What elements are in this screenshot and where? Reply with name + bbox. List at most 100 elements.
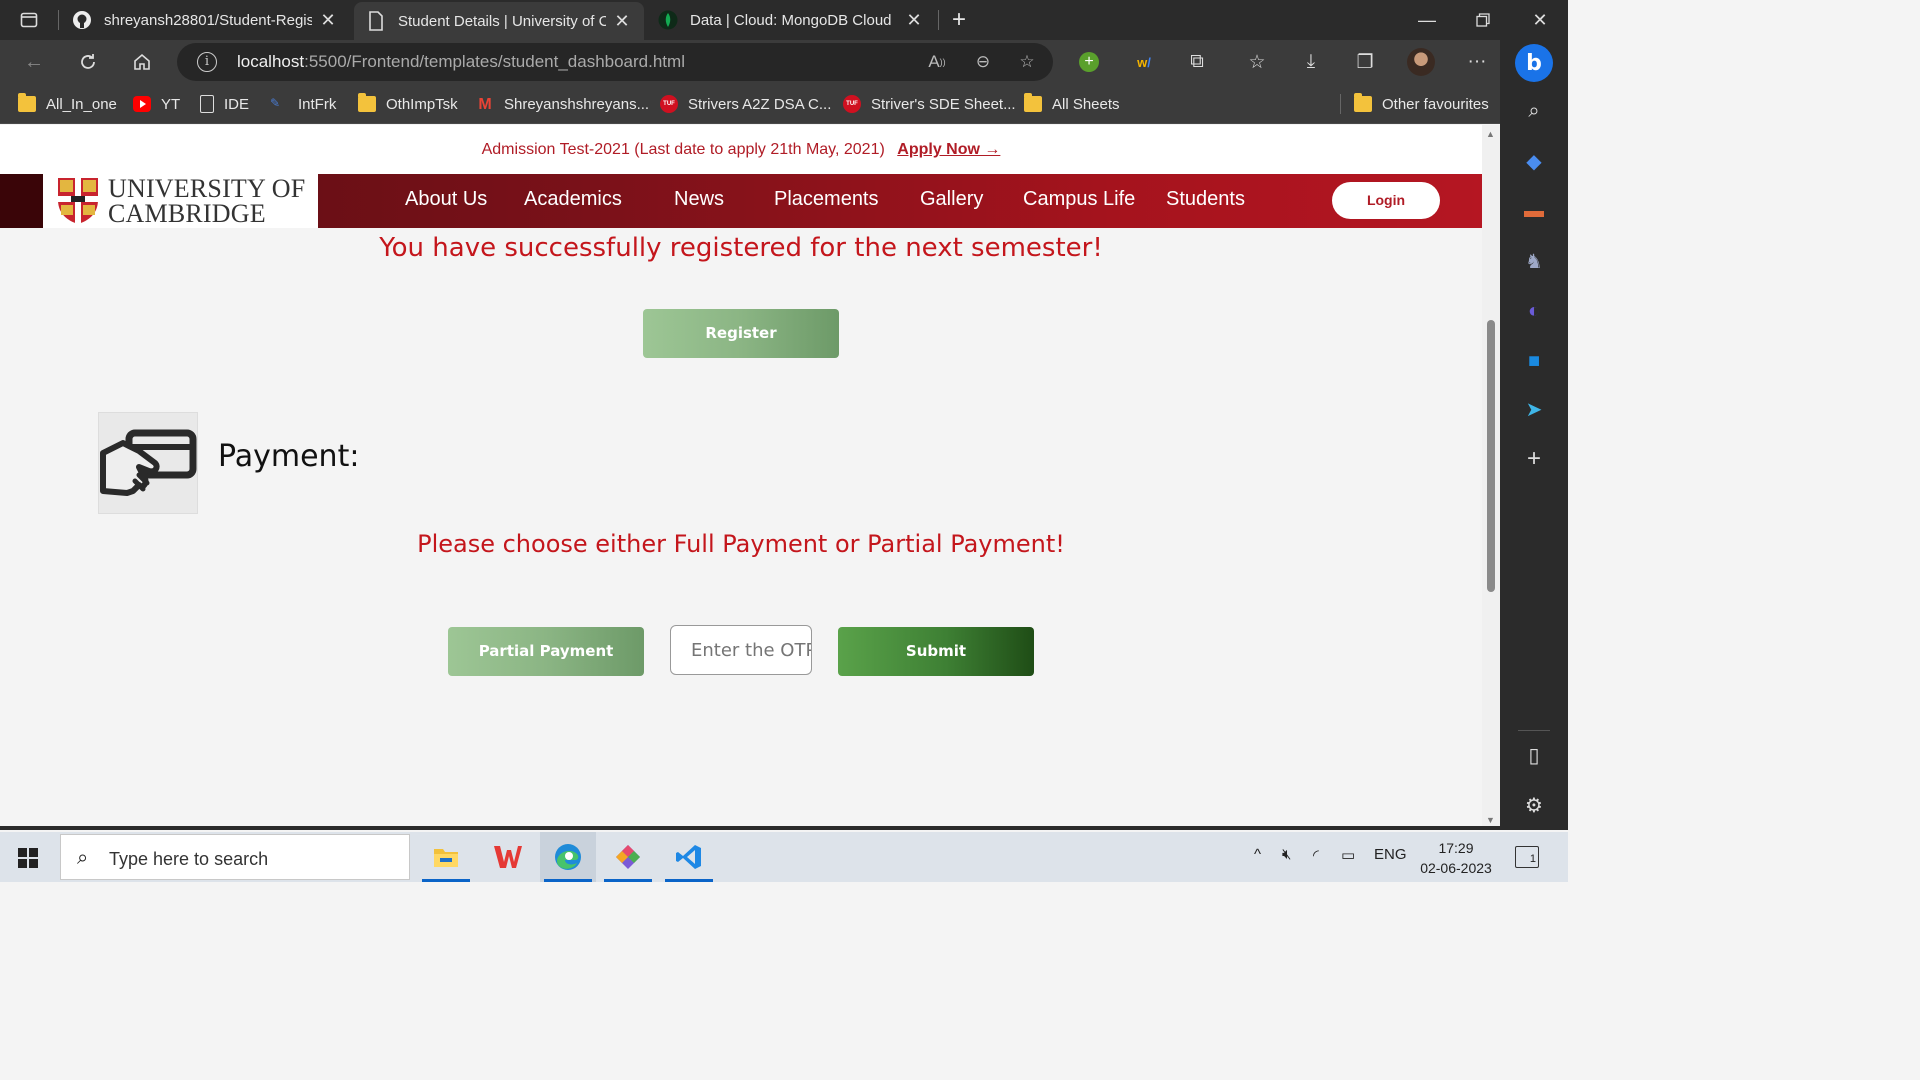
gmail-icon: M (478, 96, 492, 113)
profile-avatar[interactable] (1404, 48, 1438, 76)
search-placeholder: Type here to search (109, 849, 269, 869)
gitkraken-app[interactable] (600, 832, 656, 882)
nav-campus-life[interactable]: Campus Life (1023, 188, 1135, 211)
scroll-down-arrow-icon[interactable]: ▼ (1486, 815, 1495, 825)
bookmark-gmail[interactable]: M Shreyanshshreyans... (476, 92, 649, 116)
collections-icon[interactable]: ❐ (1348, 48, 1382, 76)
more-menu-icon[interactable]: ··· (1460, 48, 1494, 76)
close-window-button[interactable]: ✕ (1512, 0, 1568, 40)
windows-start-icon[interactable] (18, 848, 38, 868)
otp-input[interactable] (670, 625, 812, 675)
url-text[interactable]: localhost:5500/Frontend/templates/studen… (237, 52, 685, 72)
new-tab-button[interactable]: + (944, 0, 974, 40)
bookmark-strivers-sde[interactable]: TUF Striver's SDE Sheet... (843, 92, 1016, 116)
battery-icon[interactable]: ▭ (1341, 846, 1355, 864)
language-indicator[interactable]: ENG (1374, 846, 1407, 863)
bookmark-label: All_In_one (46, 95, 117, 113)
address-toolbar: ← i localhost:5500/Frontend/templates/st… (0, 40, 1568, 84)
edge-browser-app[interactable] (540, 832, 596, 882)
login-button[interactable]: Login (1332, 182, 1440, 219)
back-button[interactable]: ← (14, 44, 54, 80)
bookmark-label: OthImpTsk (386, 95, 458, 113)
games-icon[interactable]: ♞ (1519, 246, 1549, 276)
show-hidden-icons[interactable]: ^ (1254, 846, 1261, 863)
restore-icon (1476, 13, 1490, 27)
refresh-button[interactable] (68, 44, 108, 80)
search-icon[interactable]: ⌕ (1519, 96, 1549, 126)
other-favourites-label: Other favourites (1382, 95, 1489, 113)
file-explorer-app[interactable] (418, 832, 474, 882)
tab-title: Data | Cloud: MongoDB Cloud (690, 11, 892, 29)
bookmark-ide[interactable]: IDE (200, 92, 249, 116)
wps-office-app[interactable] (479, 832, 535, 882)
bookmark-intfrk[interactable]: ✎ IntFrk (270, 92, 336, 116)
sidebar-panel-icon[interactable]: ▯ (1519, 740, 1549, 770)
minimize-button[interactable]: — (1399, 0, 1455, 40)
tab-student-details[interactable]: Student Details | University of Ca ✕ (354, 2, 644, 40)
back-arrow-icon: ← (24, 50, 44, 73)
url-host: localhost (237, 52, 305, 71)
tab-mongodb[interactable]: Data | Cloud: MongoDB Cloud ✕ (646, 0, 936, 40)
bing-chat-icon[interactable]: b (1515, 44, 1553, 82)
bookmark-yt[interactable]: YT (133, 92, 180, 116)
apply-now-link[interactable]: Apply Now → (897, 141, 1000, 158)
nav-about-us[interactable]: About Us (405, 188, 487, 211)
edge-sidebar: b ⌕ ◆ ▬ ♞ ◐ ■ ➤ + ▯ ⚙ (1500, 40, 1568, 830)
folder-icon (18, 93, 36, 112)
favourites-icon[interactable]: ☆ (1240, 48, 1274, 76)
close-tab-icon[interactable]: ✕ (612, 11, 632, 32)
nav-news[interactable]: News (674, 188, 724, 211)
shopping-tag-icon[interactable]: ◆ (1519, 146, 1549, 176)
page-scrollbar[interactable]: ▲ ▼ (1482, 125, 1500, 830)
nav-students[interactable]: Students (1166, 188, 1245, 211)
clock[interactable]: 17:29 02-06-2023 (1410, 838, 1502, 878)
notification-center-icon[interactable]: 1 (1515, 846, 1539, 868)
home-button[interactable] (122, 44, 162, 80)
bookmark-all-in-one[interactable]: All_In_one (18, 92, 117, 116)
partial-payment-button[interactable]: Partial Payment (448, 627, 644, 676)
nav-gallery[interactable]: Gallery (920, 188, 983, 211)
other-favourites[interactable]: Other favourites (1354, 92, 1489, 116)
settings-gear-icon[interactable]: ⚙ (1519, 790, 1549, 820)
outlook-icon[interactable]: ■ (1519, 346, 1549, 376)
scroll-up-arrow-icon[interactable]: ▲ (1486, 129, 1495, 139)
close-tab-icon[interactable]: ✕ (904, 10, 924, 31)
extension-green-icon[interactable]: + (1072, 48, 1106, 76)
extension-colorful-icon[interactable]: w/ (1127, 48, 1161, 76)
restore-button[interactable] (1455, 0, 1511, 40)
nav-placements[interactable]: Placements (774, 188, 879, 211)
read-aloud-icon[interactable]: A)) (923, 49, 951, 75)
taskbar-search[interactable]: ⌕ Type here to search (60, 834, 410, 880)
bookmark-othimptsk[interactable]: OthImpTsk (358, 92, 458, 116)
tab-title: shreyansh28801/Student-Registr (104, 11, 312, 29)
home-icon (134, 53, 150, 70)
vscode-app[interactable] (661, 832, 717, 882)
extensions-icon[interactable]: ⧉ (1180, 48, 1214, 76)
microsoft-365-icon[interactable]: ◐ (1519, 296, 1549, 326)
bookmark-all-sheets[interactable]: All Sheets (1024, 92, 1120, 116)
add-favourite-icon[interactable]: ☆ (1013, 49, 1041, 75)
register-button[interactable]: Register (643, 309, 839, 358)
minimize-icon: — (1418, 9, 1436, 30)
close-tab-icon[interactable]: ✕ (318, 10, 338, 31)
refresh-icon (81, 54, 95, 69)
github-icon (72, 10, 92, 30)
tab-github[interactable]: shreyansh28801/Student-Registr ✕ (60, 0, 350, 40)
add-sidebar-app-icon[interactable]: + (1519, 444, 1549, 474)
volume-muted-icon[interactable]: 🔇︎ (1282, 846, 1291, 863)
wifi-icon[interactable]: ◜ (1313, 846, 1319, 864)
tab-actions-button[interactable] (6, 0, 52, 40)
drop-send-icon[interactable]: ➤ (1519, 394, 1549, 424)
site-info-icon[interactable]: i (197, 52, 217, 72)
downloads-icon[interactable]: ⤓ (1294, 48, 1328, 76)
browser-tab-bar: shreyansh28801/Student-Registr ✕ Student… (0, 0, 1568, 40)
plus-icon: + (952, 6, 967, 33)
university-logo[interactable]: UNIVERSITY OF CAMBRIDGE (43, 174, 318, 228)
zoom-icon[interactable]: ⊖ (969, 49, 997, 75)
bookmark-strivers-a2z[interactable]: TUF Strivers A2Z DSA C... (660, 92, 831, 116)
submit-button[interactable]: Submit (838, 627, 1034, 676)
tools-briefcase-icon[interactable]: ▬ (1519, 196, 1549, 226)
address-bar[interactable]: i localhost:5500/Frontend/templates/stud… (177, 43, 1053, 81)
scrollbar-thumb[interactable] (1487, 320, 1495, 592)
nav-academics[interactable]: Academics (524, 188, 622, 211)
